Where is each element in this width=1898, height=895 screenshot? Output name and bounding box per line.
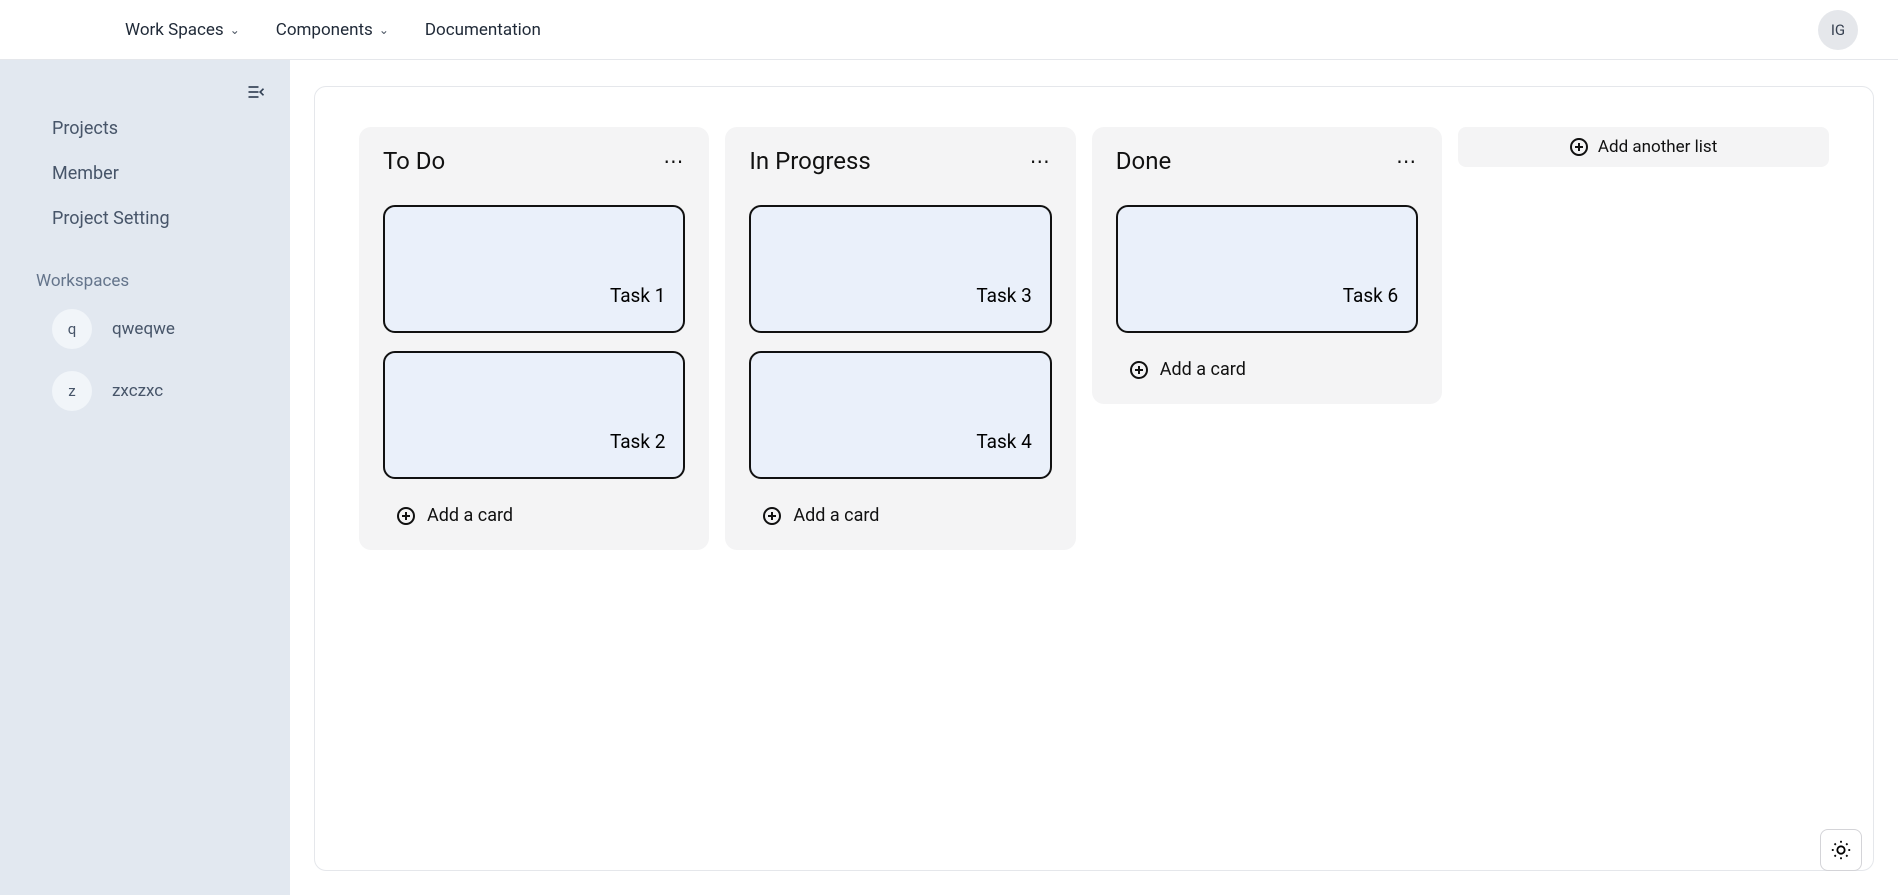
add-card-label: Add a card [427,505,513,526]
workspace-item[interactable]: z zxczxc [52,371,290,411]
workspace-avatar: z [52,371,92,411]
more-icon: ⋯ [1030,149,1052,173]
card-title: Task 6 [1343,284,1398,307]
card[interactable]: Task 3 [749,205,1051,333]
chevron-down-icon: ⌄ [230,23,240,37]
sidebar-item-project-setting[interactable]: Project Setting [52,208,290,229]
nav-documentation[interactable]: Documentation [425,20,541,40]
sidebar-item-label: Projects [52,118,118,139]
add-card-button[interactable]: Add a card [383,505,685,526]
columns-row: To Do ⋯ Task 1 Task 2 Add a card [359,127,1829,550]
card[interactable]: Task 2 [383,351,685,479]
add-card-label: Add a card [793,505,879,526]
nav-label: Documentation [425,20,541,40]
more-icon: ⋯ [1396,149,1418,173]
add-list-label: Add another list [1598,137,1717,157]
card-title: Task 1 [610,284,665,307]
top-nav: Work Spaces ⌄ Components ⌄ Documentation… [0,0,1898,60]
card[interactable]: Task 6 [1116,205,1418,333]
nav-components[interactable]: Components ⌄ [276,20,389,40]
sidebar-nav: Projects Member Project Setting [0,118,290,229]
sidebar-collapse-button[interactable] [246,82,266,106]
sidebar-item-projects[interactable]: Projects [52,118,290,139]
sidebar-item-label: Project Setting [52,208,170,229]
column-menu-button[interactable]: ⋯ [1030,151,1052,171]
avatar-initials: IG [1831,21,1845,39]
user-avatar[interactable]: IG [1818,10,1858,50]
nav-label: Components [276,20,373,40]
column-title: To Do [383,147,445,175]
top-nav-left: Work Spaces ⌄ Components ⌄ Documentation [125,20,541,40]
add-list-button[interactable]: Add another list [1458,127,1829,167]
workspace-name: qweqwe [112,319,175,339]
column-in-progress: In Progress ⋯ Task 3 Task 4 Add a card [725,127,1075,550]
workspace-name: zxczxc [112,381,163,401]
column-title: In Progress [749,147,870,175]
plus-circle-icon [763,507,781,525]
plus-circle-icon [397,507,415,525]
column-todo: To Do ⋯ Task 1 Task 2 Add a card [359,127,709,550]
sidebar-item-label: Member [52,163,119,184]
column-menu-button[interactable]: ⋯ [663,151,685,171]
card-title: Task 3 [976,284,1031,307]
column-done: Done ⋯ Task 6 Add a card [1092,127,1442,404]
plus-circle-icon [1570,138,1588,156]
column-title: Done [1116,147,1171,175]
sidebar-section-title: Workspaces [0,271,290,291]
column-menu-button[interactable]: ⋯ [1396,151,1418,171]
card-title: Task 4 [976,430,1031,453]
sidebar: Projects Member Project Setting Workspac… [0,60,290,895]
main-area: To Do ⋯ Task 1 Task 2 Add a card [290,60,1898,895]
workspace-list: q qweqwe z zxczxc [0,309,290,411]
add-card-button[interactable]: Add a card [749,505,1051,526]
nav-work-spaces[interactable]: Work Spaces ⌄ [125,20,240,40]
sidebar-item-member[interactable]: Member [52,163,290,184]
workspace-avatar: q [52,309,92,349]
plus-circle-icon [1130,361,1148,379]
card-title: Task 2 [610,430,665,453]
workspace-item[interactable]: q qweqwe [52,309,290,349]
sun-icon [1830,839,1852,861]
add-card-label: Add a card [1160,359,1246,380]
card[interactable]: Task 4 [749,351,1051,479]
more-icon: ⋯ [663,149,685,173]
card[interactable]: Task 1 [383,205,685,333]
collapse-icon [246,82,266,102]
nav-label: Work Spaces [125,20,224,40]
board: To Do ⋯ Task 1 Task 2 Add a card [314,86,1874,871]
add-card-button[interactable]: Add a card [1116,359,1418,380]
chevron-down-icon: ⌄ [379,23,389,37]
theme-toggle-button[interactable] [1820,829,1862,871]
